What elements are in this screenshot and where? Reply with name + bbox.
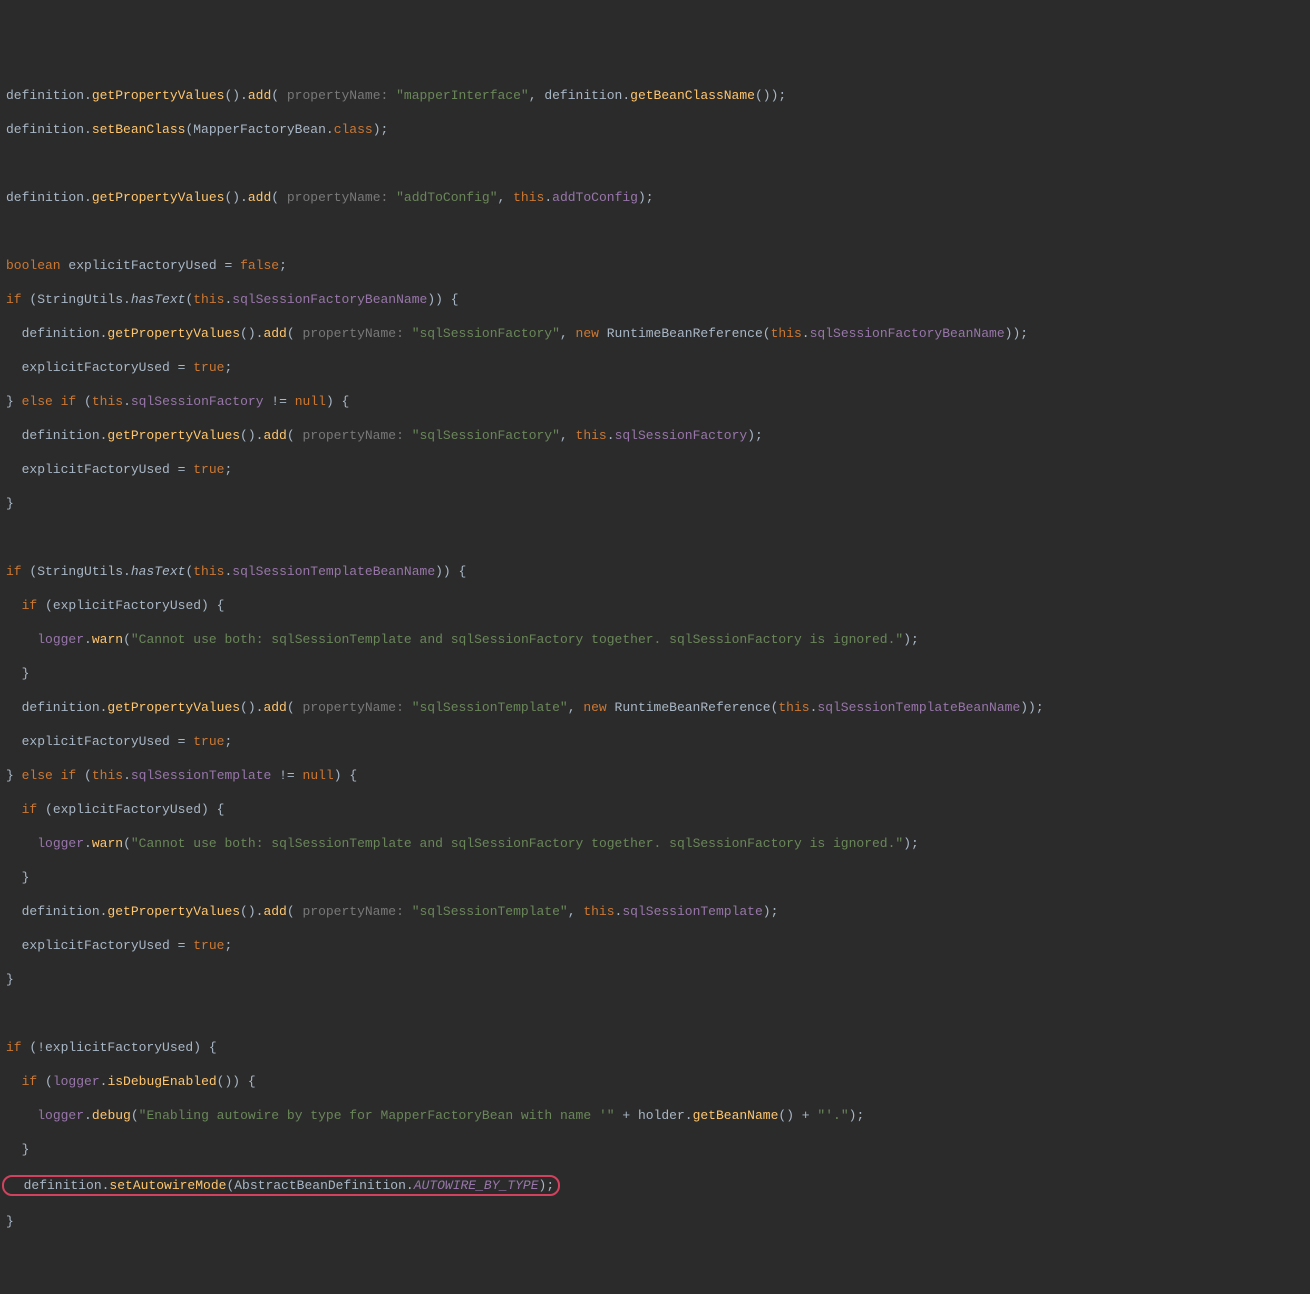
code-line: boolean explicitFactoryUsed = false;: [6, 257, 1304, 274]
code-line: }: [6, 1141, 1304, 1158]
highlight-annotation: definition.setAutowireMode(AbstractBeanD…: [2, 1175, 560, 1196]
code-line: definition.getPropertyValues().add( prop…: [6, 189, 1304, 206]
code-line: definition.getPropertyValues().add( prop…: [6, 903, 1304, 920]
parameter-hint: propertyName:: [302, 326, 411, 341]
code-line: }: [6, 665, 1304, 682]
code-editor[interactable]: definition.getPropertyValues().add( prop…: [6, 70, 1304, 1247]
code-line: logger.warn("Cannot use both: sqlSession…: [6, 631, 1304, 648]
code-line: } else if (this.sqlSessionTemplate != nu…: [6, 767, 1304, 784]
code-line: if (logger.isDebugEnabled()) {: [6, 1073, 1304, 1090]
parameter-hint: propertyName:: [287, 190, 396, 205]
code-line: }: [6, 1213, 1304, 1230]
code-line: [6, 529, 1304, 546]
code-line: explicitFactoryUsed = true;: [6, 937, 1304, 954]
code-line: definition.getPropertyValues().add( prop…: [6, 87, 1304, 104]
code-line: if (explicitFactoryUsed) {: [6, 597, 1304, 614]
code-line: definition.getPropertyValues().add( prop…: [6, 325, 1304, 342]
code-line: explicitFactoryUsed = true;: [6, 733, 1304, 750]
parameter-hint: propertyName:: [302, 428, 411, 443]
parameter-hint: propertyName:: [287, 88, 396, 103]
parameter-hint: propertyName:: [302, 700, 411, 715]
parameter-hint: propertyName:: [302, 904, 411, 919]
code-line: explicitFactoryUsed = true;: [6, 359, 1304, 376]
code-line: }: [6, 495, 1304, 512]
code-line: if (explicitFactoryUsed) {: [6, 801, 1304, 818]
code-line: definition.setBeanClass(MapperFactoryBea…: [6, 121, 1304, 138]
code-line: }: [6, 869, 1304, 886]
code-line: explicitFactoryUsed = true;: [6, 461, 1304, 478]
code-line: if (StringUtils.hasText(this.sqlSessionF…: [6, 291, 1304, 308]
code-line: }: [6, 971, 1304, 988]
code-line: [6, 155, 1304, 172]
code-line: [6, 223, 1304, 240]
code-line: definition.getPropertyValues().add( prop…: [6, 427, 1304, 444]
code-line: logger.warn("Cannot use both: sqlSession…: [6, 835, 1304, 852]
code-line: [6, 1005, 1304, 1022]
code-line: } else if (this.sqlSessionFactory != nul…: [6, 393, 1304, 410]
code-line: definition.getPropertyValues().add( prop…: [6, 699, 1304, 716]
code-line-highlighted: definition.setAutowireMode(AbstractBeanD…: [6, 1175, 1304, 1196]
code-line: if (!explicitFactoryUsed) {: [6, 1039, 1304, 1056]
code-line: logger.debug("Enabling autowire by type …: [6, 1107, 1304, 1124]
code-line: if (StringUtils.hasText(this.sqlSessionT…: [6, 563, 1304, 580]
